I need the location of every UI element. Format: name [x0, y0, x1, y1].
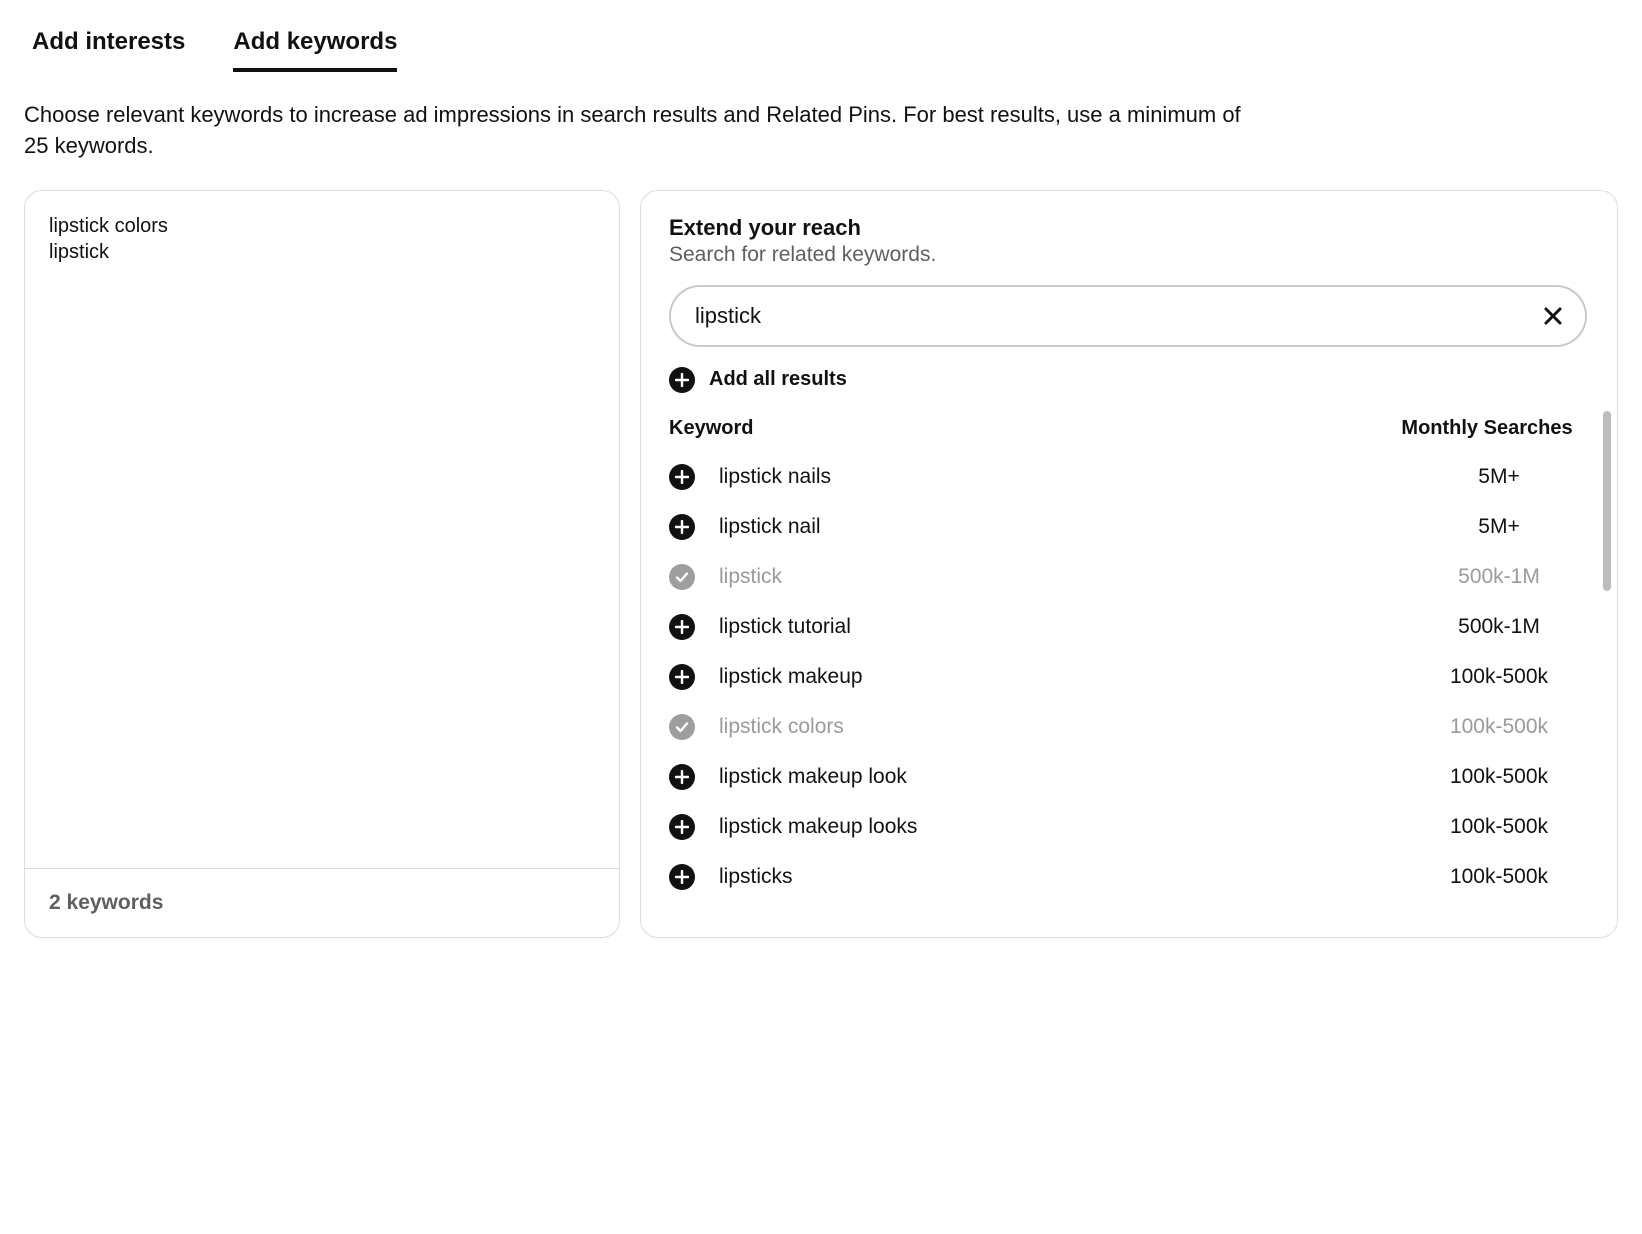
result-monthly-searches: 100k-500k [1399, 815, 1599, 839]
check-circle-icon [669, 714, 695, 740]
col-header-searches: Monthly Searches [1387, 417, 1587, 440]
plus-circle-icon [669, 614, 695, 640]
result-row: lipstick makeup look100k-500k [669, 752, 1599, 802]
result-keyword: lipstick makeup looks [719, 815, 1399, 839]
add-keyword-button[interactable] [669, 664, 719, 690]
result-row: lipstick tutorial500k-1M [669, 602, 1599, 652]
plus-circle-icon [669, 814, 695, 840]
results-table-header: Keyword Monthly Searches [669, 411, 1587, 452]
result-row: lipstick500k-1M [669, 552, 1599, 602]
page-description: Choose relevant keywords to increase ad … [24, 100, 1244, 162]
add-keyword-button[interactable] [669, 814, 719, 840]
result-monthly-searches: 100k-500k [1399, 765, 1599, 789]
keywords-textarea[interactable]: lipstick colors lipstick [25, 191, 619, 868]
result-monthly-searches: 500k-1M [1399, 565, 1599, 589]
result-row: lipstick makeup looks100k-500k [669, 802, 1599, 852]
result-keyword: lipsticks [719, 865, 1399, 889]
plus-circle-icon [669, 764, 695, 790]
clear-search-button[interactable] [1537, 300, 1569, 332]
tabs: Add interests Add keywords [24, 20, 1618, 72]
keywords-panel: lipstick colors lipstick 2 keywords [24, 190, 620, 938]
result-keyword: lipstick [719, 565, 1399, 589]
tab-add-keywords[interactable]: Add keywords [233, 20, 397, 72]
add-keyword-button[interactable] [669, 464, 719, 490]
extend-title: Extend your reach [669, 215, 1607, 241]
result-monthly-searches: 100k-500k [1399, 865, 1599, 889]
result-keyword: lipstick colors [719, 715, 1399, 739]
result-keyword: lipstick tutorial [719, 615, 1399, 639]
plus-circle-icon [669, 464, 695, 490]
result-row: lipstick nail5M+ [669, 502, 1599, 552]
close-icon [1543, 306, 1563, 326]
result-monthly-searches: 100k-500k [1399, 715, 1599, 739]
result-row: lipsticks100k-500k [669, 852, 1599, 902]
result-monthly-searches: 500k-1M [1399, 615, 1599, 639]
plus-circle-icon [669, 664, 695, 690]
add-keyword-button[interactable] [669, 764, 719, 790]
result-keyword: lipstick nail [719, 515, 1399, 539]
add-keyword-button[interactable] [669, 614, 719, 640]
extend-reach-panel: Extend your reach Search for related key… [640, 190, 1618, 938]
tab-add-interests[interactable]: Add interests [32, 20, 185, 72]
result-keyword: lipstick nails [719, 465, 1399, 489]
col-header-keyword: Keyword [669, 417, 1387, 440]
keyword-search-input[interactable] [669, 285, 1587, 347]
result-monthly-searches: 5M+ [1399, 465, 1599, 489]
result-monthly-searches: 100k-500k [1399, 665, 1599, 689]
keyword-added-button[interactable] [669, 714, 719, 740]
add-all-results-button[interactable]: Add all results [669, 367, 847, 393]
result-row: lipstick colors100k-500k [669, 702, 1599, 752]
result-row: lipstick makeup100k-500k [669, 652, 1599, 702]
add-all-label: Add all results [709, 368, 847, 391]
extend-subtitle: Search for related keywords. [669, 243, 1607, 267]
result-monthly-searches: 5M+ [1399, 515, 1599, 539]
result-keyword: lipstick makeup [719, 665, 1399, 689]
results-list[interactable]: lipstick nails5M+lipstick nail5M+lipstic… [669, 452, 1607, 902]
result-row: lipstick nails5M+ [669, 452, 1599, 502]
plus-circle-icon [669, 367, 695, 393]
plus-circle-icon [669, 864, 695, 890]
keywords-count: 2 keywords [25, 868, 619, 937]
plus-circle-icon [669, 514, 695, 540]
result-keyword: lipstick makeup look [719, 765, 1399, 789]
add-keyword-button[interactable] [669, 864, 719, 890]
add-keyword-button[interactable] [669, 514, 719, 540]
scrollbar-thumb[interactable] [1603, 411, 1611, 591]
check-circle-icon [669, 564, 695, 590]
keyword-added-button[interactable] [669, 564, 719, 590]
